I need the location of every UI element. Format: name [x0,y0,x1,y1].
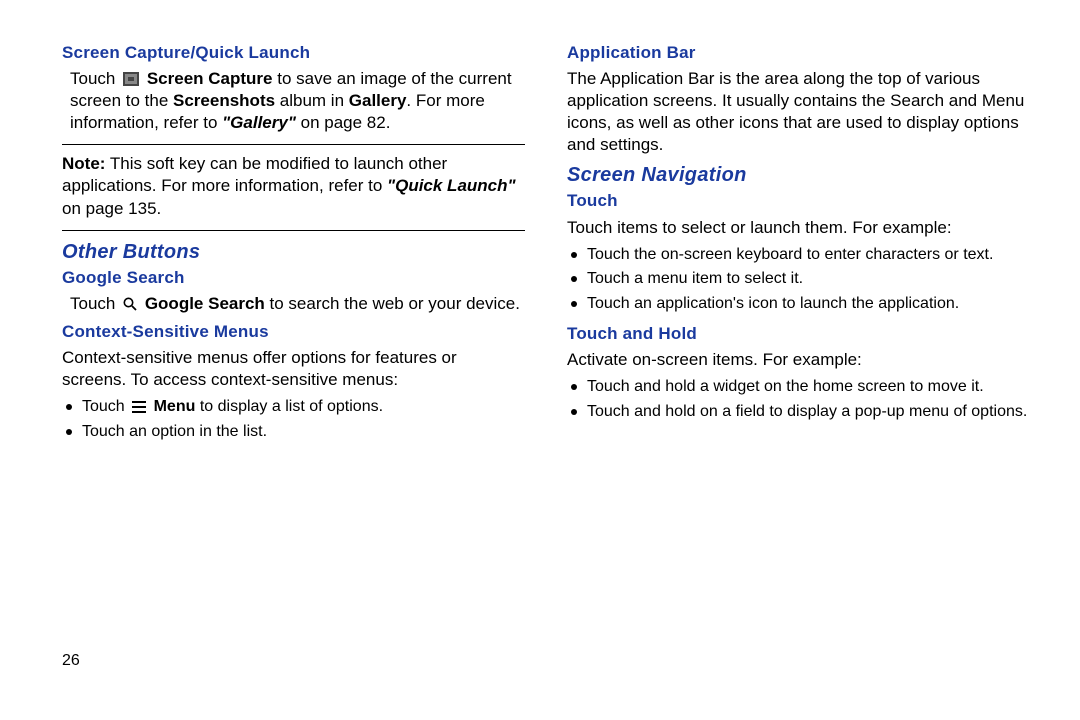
divider [62,144,525,145]
divider [62,230,525,231]
text: Touch [82,398,129,415]
left-column: Screen Capture/Quick Launch Touch Screen… [62,42,525,451]
right-column: Application Bar The Application Bar is t… [567,42,1030,451]
para-touch-hold: Activate on-screen items. For example: [567,349,1030,371]
note-block: Note: This soft key can be modified to l… [62,153,525,219]
list-item: Touch an option in the list. [62,422,525,443]
list-touch-hold: Touch and hold a widget on the home scre… [567,377,1030,423]
list-item: Touch and hold a widget on the home scre… [567,377,1030,398]
note-text: on page 135. [62,199,161,218]
heading-other-buttons: Other Buttons [62,239,525,265]
list-item: Touch Menu to display a list of options. [62,397,525,418]
text: Touch [70,69,120,88]
para-google-search: Touch Google Search to search the web or… [62,293,525,315]
text-bold: Menu [154,398,196,415]
list-context-menus: Touch Menu to display a list of options.… [62,397,525,443]
heading-touch-hold: Touch and Hold [567,323,1030,345]
list-item: Touch a menu item to select it. [567,269,1030,290]
text-bold: Screen Capture [147,69,273,88]
para-context-menus: Context-sensitive menus offer options fo… [62,347,525,391]
para-touch: Touch items to select or launch them. Fo… [567,217,1030,239]
text-bold: Screenshots [173,91,275,110]
text-bold: Google Search [145,294,265,313]
list-touch: Touch the on-screen keyboard to enter ch… [567,245,1030,315]
screen-capture-icon [122,71,140,87]
list-item: Touch an application's icon to launch th… [567,294,1030,315]
search-icon [122,296,138,312]
para-screen-capture: Touch Screen Capture to save an image of… [62,68,525,134]
heading-screen-nav: Screen Navigation [567,162,1030,188]
text: album in [275,91,349,110]
text: on page 82. [296,113,391,132]
note-label: Note: [62,154,105,173]
text: to search the web or your device. [265,294,520,313]
page-content: Screen Capture/Quick Launch Touch Screen… [0,0,1080,451]
heading-touch: Touch [567,190,1030,212]
note-ref: "Quick Launch" [387,176,516,195]
text: Touch [70,294,120,313]
para-app-bar: The Application Bar is the area along th… [567,68,1030,156]
list-item: Touch the on-screen keyboard to enter ch… [567,245,1030,266]
menu-icon [131,400,147,414]
text-bold: Gallery [349,91,407,110]
heading-screen-capture: Screen Capture/Quick Launch [62,42,525,64]
heading-app-bar: Application Bar [567,42,1030,64]
list-item: Touch and hold on a field to display a p… [567,402,1030,423]
heading-google-search: Google Search [62,267,525,289]
page-number: 26 [62,651,80,672]
text: to display a list of options. [195,398,383,415]
heading-context-menus: Context-Sensitive Menus [62,321,525,343]
text-ref: "Gallery" [222,113,296,132]
